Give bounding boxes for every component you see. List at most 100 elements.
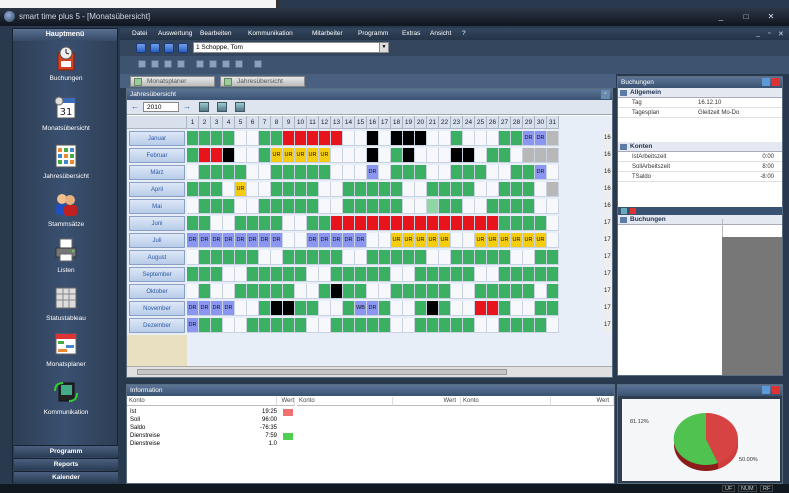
day-cell[interactable]: [403, 165, 415, 180]
day-cell[interactable]: [535, 182, 547, 197]
day-cell[interactable]: [331, 318, 343, 333]
day-cell[interactable]: [331, 182, 343, 197]
delete-booking-icon[interactable]: [630, 208, 636, 214]
employee-select[interactable]: 1 Schoppe, Tom ▼: [193, 42, 389, 53]
day-cell[interactable]: [451, 165, 463, 180]
nav-item-statustableau[interactable]: Statustableau: [13, 285, 119, 333]
day-cell[interactable]: [187, 148, 199, 163]
day-cell[interactable]: [331, 148, 343, 163]
day-cell[interactable]: [283, 318, 295, 333]
day-cell[interactable]: [247, 301, 259, 316]
day-cell[interactable]: [451, 284, 463, 299]
day-cell[interactable]: UR: [403, 233, 415, 248]
day-cell[interactable]: [367, 216, 379, 231]
day-cell[interactable]: [475, 165, 487, 180]
day-cell[interactable]: [331, 267, 343, 282]
day-cell[interactable]: [547, 318, 559, 333]
day-cell[interactable]: [439, 165, 451, 180]
day-cell[interactable]: [211, 267, 223, 282]
day-cell[interactable]: [427, 199, 439, 214]
day-cell[interactable]: [379, 131, 391, 146]
toolbar-tool-icon[interactable]: [209, 60, 217, 68]
day-cell[interactable]: [355, 216, 367, 231]
day-cell[interactable]: [499, 318, 511, 333]
day-cell[interactable]: [295, 216, 307, 231]
day-cell[interactable]: [199, 216, 211, 231]
day-cell[interactable]: [379, 233, 391, 248]
day-cell[interactable]: [235, 318, 247, 333]
list-icon[interactable]: [217, 102, 227, 112]
day-cell[interactable]: DR: [367, 301, 379, 316]
day-cell[interactable]: [331, 250, 343, 265]
day-cell[interactable]: [403, 216, 415, 231]
day-cell[interactable]: [379, 165, 391, 180]
day-cell[interactable]: [199, 284, 211, 299]
day-cell[interactable]: DR: [187, 318, 199, 333]
day-cell[interactable]: [547, 165, 559, 180]
day-cell[interactable]: [295, 182, 307, 197]
day-cell[interactable]: [223, 250, 235, 265]
day-cell[interactable]: [271, 131, 283, 146]
tab-monatsplaner[interactable]: Monatsplaner: [130, 76, 215, 87]
toolbar-tool-icon[interactable]: [235, 60, 243, 68]
month-label[interactable]: Juli: [129, 233, 185, 248]
day-cell[interactable]: [331, 131, 343, 146]
day-cell[interactable]: [211, 131, 223, 146]
day-cell[interactable]: [463, 250, 475, 265]
nav-item-stammsaetze[interactable]: Stammsätze: [13, 191, 119, 239]
close-icon[interactable]: [772, 386, 780, 394]
day-cell[interactable]: [475, 131, 487, 146]
day-cell[interactable]: [487, 182, 499, 197]
day-cell[interactable]: [511, 148, 523, 163]
day-cell[interactable]: [235, 199, 247, 214]
day-cell[interactable]: [511, 216, 523, 231]
day-cell[interactable]: [223, 199, 235, 214]
day-cell[interactable]: [307, 267, 319, 282]
day-cell[interactable]: [259, 131, 271, 146]
day-cell[interactable]: [547, 233, 559, 248]
day-cell[interactable]: [535, 199, 547, 214]
nav-item-buchungen[interactable]: Buchungen: [13, 45, 119, 93]
day-cell[interactable]: DR: [259, 233, 271, 248]
day-cell[interactable]: UR: [427, 233, 439, 248]
month-label[interactable]: Februar: [129, 148, 185, 163]
day-cell[interactable]: DR: [271, 233, 283, 248]
month-label[interactable]: Januar: [129, 131, 185, 146]
day-cell[interactable]: [463, 131, 475, 146]
next-year-icon[interactable]: →: [183, 102, 191, 111]
day-cell[interactable]: [451, 131, 463, 146]
day-cell[interactable]: [511, 131, 523, 146]
day-cell[interactable]: [319, 250, 331, 265]
day-cell[interactable]: [247, 182, 259, 197]
day-cell[interactable]: [319, 165, 331, 180]
day-cell[interactable]: [439, 250, 451, 265]
day-cell[interactable]: [319, 318, 331, 333]
day-cell[interactable]: [451, 267, 463, 282]
day-cell[interactable]: [463, 182, 475, 197]
day-cell[interactable]: [307, 199, 319, 214]
day-cell[interactable]: [319, 301, 331, 316]
day-cell[interactable]: [295, 301, 307, 316]
day-cell[interactable]: [199, 182, 211, 197]
day-cell[interactable]: UR: [511, 233, 523, 248]
nav-item-kommunikation[interactable]: Kommunikation: [13, 379, 119, 427]
day-cell[interactable]: DR: [187, 301, 199, 316]
month-label[interactable]: April: [129, 182, 185, 197]
day-cell[interactable]: [343, 165, 355, 180]
day-cell[interactable]: [223, 267, 235, 282]
day-cell[interactable]: [307, 165, 319, 180]
day-cell[interactable]: UR: [535, 233, 547, 248]
close-button[interactable]: ✕: [763, 11, 779, 22]
day-cell[interactable]: [391, 318, 403, 333]
month-label[interactable]: Dezember: [129, 318, 185, 333]
day-cell[interactable]: [283, 216, 295, 231]
day-cell[interactable]: [547, 301, 559, 316]
day-cell[interactable]: [235, 284, 247, 299]
day-cell[interactable]: [475, 250, 487, 265]
day-cell[interactable]: [547, 216, 559, 231]
day-cell[interactable]: [295, 267, 307, 282]
day-cell[interactable]: [367, 199, 379, 214]
day-cell[interactable]: [283, 165, 295, 180]
day-cell[interactable]: [415, 182, 427, 197]
day-cell[interactable]: [319, 216, 331, 231]
